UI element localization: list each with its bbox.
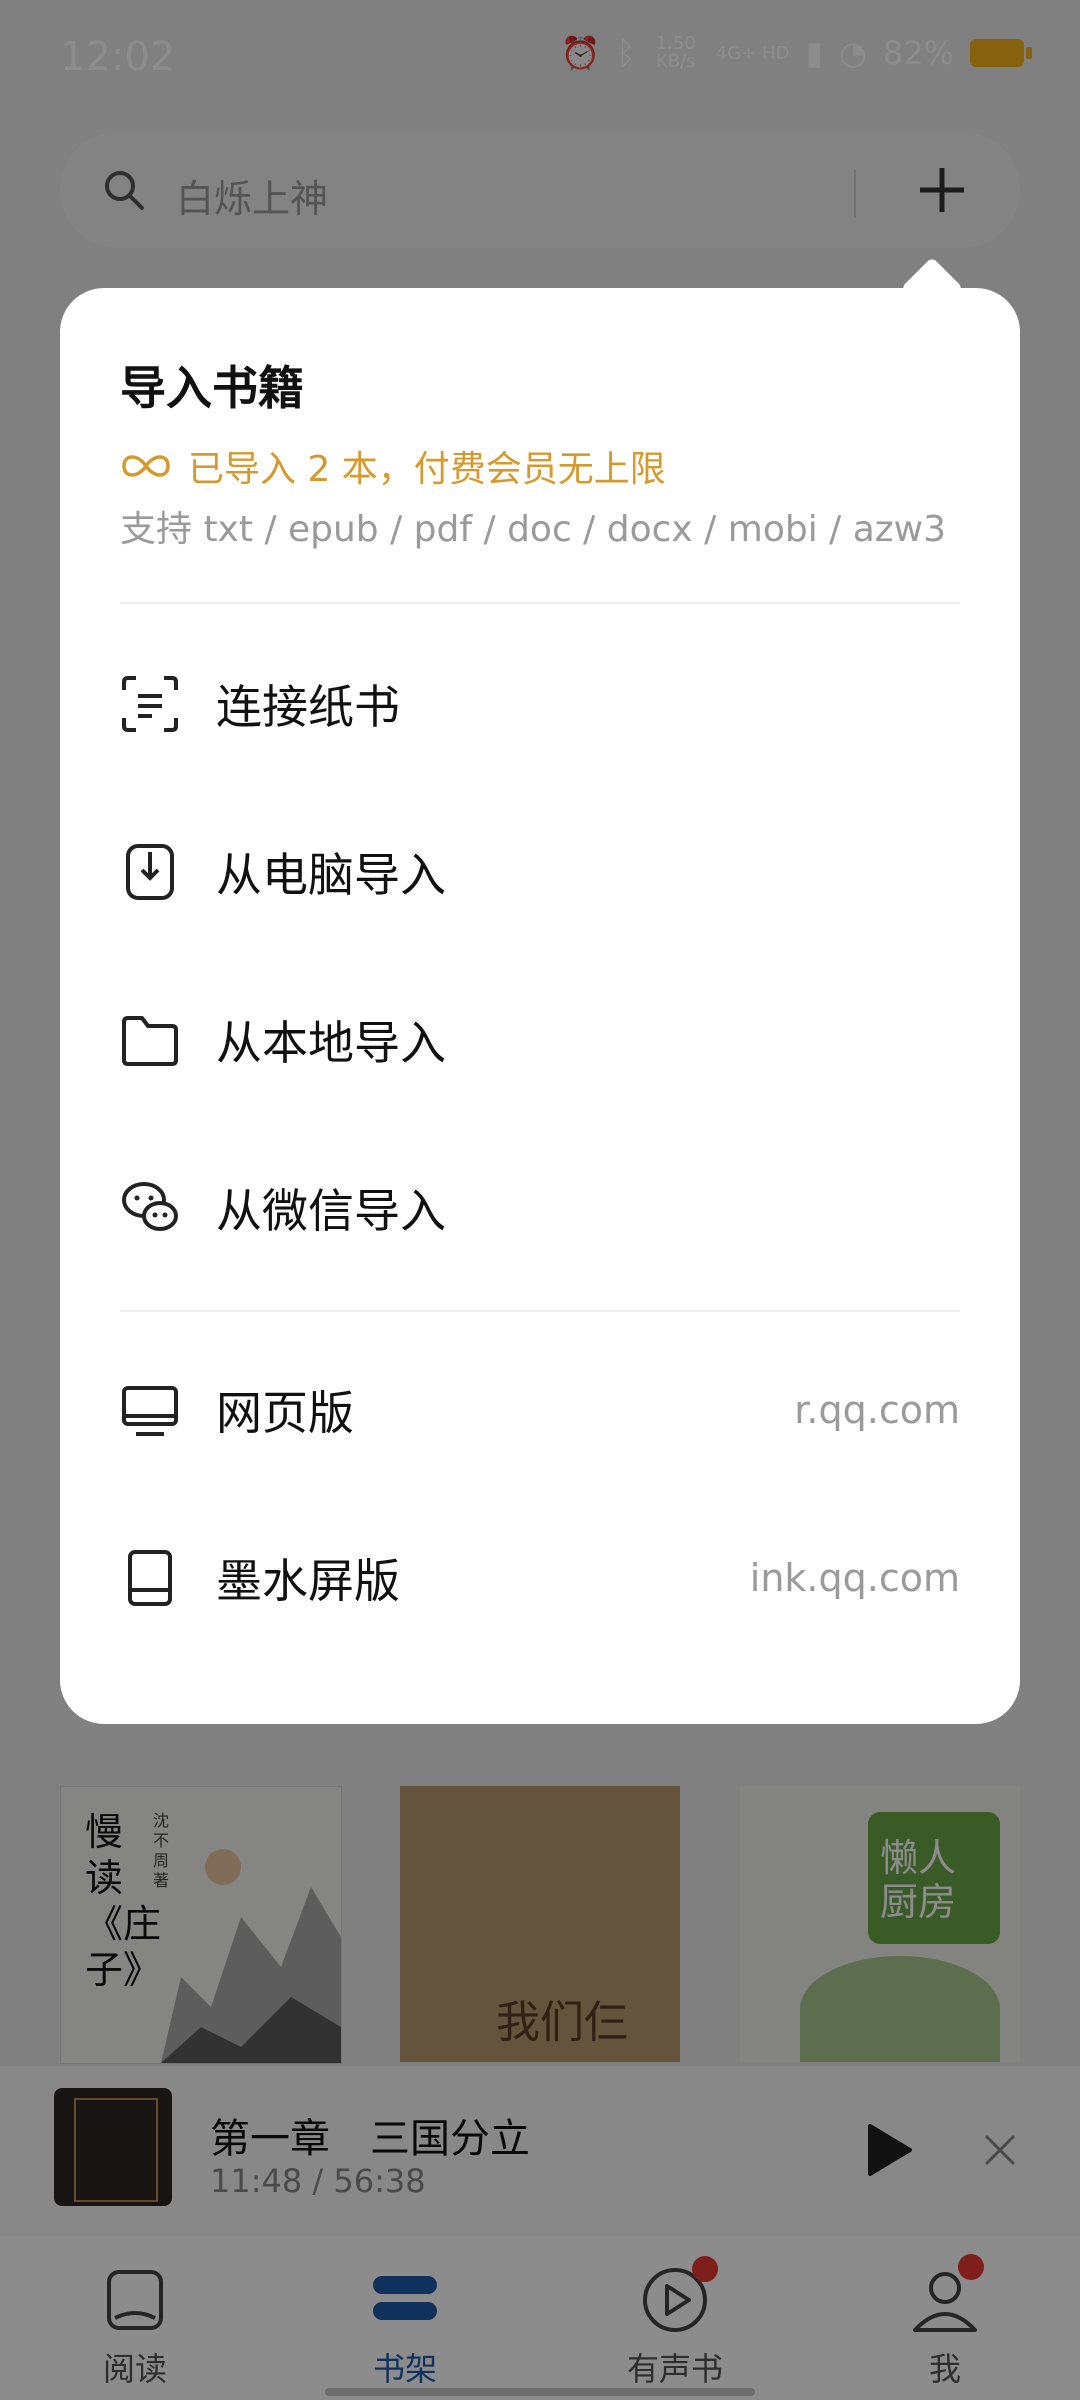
infinity-icon bbox=[122, 455, 170, 477]
alarm-icon: ⏰ bbox=[560, 34, 601, 72]
menu-import-from-local[interactable]: 从本地导入 bbox=[120, 980, 960, 1100]
menu-eink-version[interactable]: 墨水屏版 ink.qq.com bbox=[120, 1518, 960, 1638]
menu-label: 从微信导入 bbox=[216, 1184, 446, 1238]
import-popup: 导入书籍 已导入 2 本，付费会员无上限 支持 txt / epub / pdf… bbox=[60, 256, 1020, 1724]
scan-frame-icon bbox=[122, 676, 178, 732]
tab-audiobook[interactable]: 有声书 bbox=[540, 2236, 810, 2400]
bookshelf-icon bbox=[373, 2276, 437, 2320]
close-icon[interactable] bbox=[980, 2130, 1020, 2170]
status-time: 12:02 bbox=[60, 34, 176, 80]
phone-transfer-icon bbox=[126, 844, 174, 900]
battery-percent: 82% bbox=[882, 34, 954, 72]
search-bar[interactable]: 白烁上神 bbox=[60, 132, 1020, 248]
book-title: 慢读《庄子》 bbox=[85, 1810, 162, 1992]
status-bar: 12:02 ⏰ ᛒ 1.50 KB/s 4G+ HD ▮ ◔ 82% bbox=[0, 0, 1080, 120]
ereader-icon bbox=[128, 1550, 172, 1606]
popup-pointer bbox=[900, 256, 964, 320]
search-input[interactable]: 白烁上神 bbox=[176, 168, 328, 223]
import-quota-text: 已导入 2 本，付费会员无上限 bbox=[188, 449, 666, 490]
player-progress: 11:48 / 56:38 bbox=[210, 2162, 426, 2200]
book-icon bbox=[107, 2270, 163, 2330]
audiobook-cover[interactable] bbox=[54, 2088, 172, 2206]
folder-icon bbox=[122, 1016, 178, 1066]
menu-import-from-wechat[interactable]: 从微信导入 bbox=[120, 1148, 960, 1268]
menu-label: 连接纸书 bbox=[216, 680, 400, 734]
divider bbox=[120, 602, 960, 604]
tab-label: 我 bbox=[928, 2350, 961, 2388]
network-type: 4G+ HD bbox=[715, 42, 790, 64]
book-title: 懒人厨房 bbox=[880, 1836, 957, 1924]
net-speed: 1.50 KB/s bbox=[655, 33, 696, 72]
supported-formats: 支持 txt / epub / pdf / doc / docx / mobi … bbox=[120, 509, 947, 550]
audio-player[interactable]: 第一章 三国分立 11:48 / 56:38 bbox=[0, 2066, 1080, 2236]
wechat-icon bbox=[122, 1182, 178, 1231]
menu-label: 从本地导入 bbox=[216, 1016, 446, 1070]
monitor-icon bbox=[122, 1386, 178, 1436]
add-button[interactable] bbox=[912, 160, 972, 220]
book-cover[interactable]: 我们仨 bbox=[400, 1786, 680, 2062]
home-indicator[interactable] bbox=[325, 2388, 755, 2396]
tab-label: 有声书 bbox=[626, 2350, 723, 2388]
status-right: ⏰ ᛒ 1.50 KB/s 4G+ HD ▮ ◔ 82% bbox=[560, 33, 1032, 72]
menu-url: r.qq.com bbox=[794, 1388, 960, 1432]
menu-url: ink.qq.com bbox=[749, 1556, 960, 1600]
import-quota: 已导入 2 本，付费会员无上限 bbox=[120, 440, 666, 492]
tab-label: 阅读 bbox=[102, 2350, 167, 2388]
wifi-icon: ◔ bbox=[838, 34, 867, 72]
notification-badge bbox=[692, 2256, 718, 2282]
book-title: 我们仨 bbox=[496, 1997, 628, 2048]
tab-reading[interactable]: 阅读 bbox=[0, 2236, 270, 2400]
menu-label: 墨水屏版 bbox=[216, 1554, 400, 1608]
menu-web-version[interactable]: 网页版 r.qq.com bbox=[120, 1350, 960, 1470]
notification-badge bbox=[958, 2254, 984, 2280]
book-cover[interactable]: 慢读《庄子》 沈不周 著 bbox=[60, 1786, 342, 2064]
search-icon bbox=[105, 171, 144, 210]
tab-bookshelf[interactable]: 书架 bbox=[270, 2236, 540, 2400]
tab-me[interactable]: 我 bbox=[810, 2236, 1080, 2400]
menu-connect-paper-book[interactable]: 连接纸书 bbox=[120, 644, 960, 764]
player-chapter: 第一章 三国分立 bbox=[210, 2116, 530, 2162]
divider bbox=[120, 1310, 960, 1312]
menu-import-from-computer[interactable]: 从电脑导入 bbox=[120, 812, 960, 932]
popup-title: 导入书籍 bbox=[120, 361, 304, 415]
menu-label: 网页版 bbox=[216, 1386, 354, 1440]
battery-icon bbox=[970, 39, 1032, 67]
search-divider bbox=[854, 170, 856, 218]
tab-label: 书架 bbox=[372, 2350, 437, 2388]
book-cover[interactable]: 懒人厨房 bbox=[740, 1786, 1020, 2062]
bluetooth-icon: ᛒ bbox=[616, 34, 636, 72]
bottom-tab-bar: 阅读 书架 有声书 我 bbox=[0, 2236, 1080, 2400]
play-icon[interactable] bbox=[866, 2122, 914, 2178]
book-art bbox=[800, 1956, 1000, 2062]
menu-label: 从电脑导入 bbox=[216, 848, 446, 902]
signal-icon: ▮ bbox=[805, 34, 823, 72]
book-art bbox=[161, 1849, 341, 2063]
